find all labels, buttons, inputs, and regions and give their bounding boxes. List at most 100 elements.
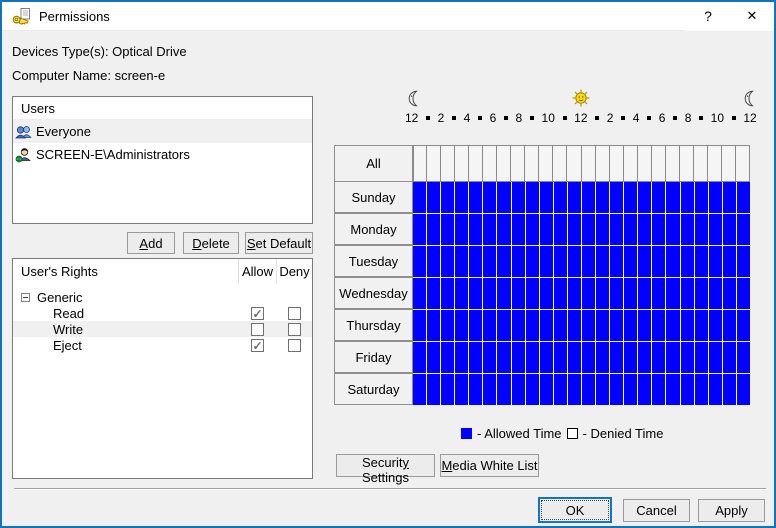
schedule-cell[interactable] <box>652 342 665 373</box>
schedule-cell[interactable] <box>554 342 567 373</box>
deny-write-checkbox[interactable] <box>288 323 301 336</box>
schedule-cell[interactable] <box>681 246 694 277</box>
all-hour-cell[interactable] <box>624 146 638 181</box>
schedule-cell[interactable] <box>554 310 567 341</box>
user-row-administrators[interactable]: SCREEN-E\Administrators <box>13 143 312 166</box>
schedule-cell[interactable] <box>737 182 750 213</box>
schedule-row-monday[interactable]: Monday <box>334 213 413 245</box>
schedule-cell[interactable] <box>554 278 567 309</box>
schedule-cell[interactable] <box>666 342 679 373</box>
schedule-cell[interactable] <box>512 182 525 213</box>
schedule-cell[interactable] <box>723 246 736 277</box>
schedule-cell[interactable] <box>568 182 581 213</box>
schedule-cell[interactable] <box>469 310 482 341</box>
schedule-cell[interactable] <box>582 214 595 245</box>
schedule-cell[interactable] <box>554 214 567 245</box>
schedule-cell[interactable] <box>652 278 665 309</box>
schedule-cell[interactable] <box>427 310 440 341</box>
schedule-cell[interactable] <box>540 342 553 373</box>
schedule-cell[interactable] <box>441 214 454 245</box>
schedule-cell[interactable] <box>610 374 623 405</box>
schedule-cell[interactable] <box>413 374 426 405</box>
rights-row-eject[interactable]: Eject <box>13 337 312 353</box>
schedule-cell[interactable] <box>596 182 609 213</box>
schedule-cell[interactable] <box>526 310 539 341</box>
rights-row-read[interactable]: Read <box>13 305 312 321</box>
schedule-cell[interactable] <box>709 246 722 277</box>
schedule-cell[interactable] <box>441 310 454 341</box>
schedule-cell[interactable] <box>554 374 567 405</box>
schedule-cell[interactable] <box>455 214 468 245</box>
schedule-cell[interactable] <box>526 246 539 277</box>
schedule-cell[interactable] <box>652 246 665 277</box>
all-hour-cell[interactable] <box>567 146 581 181</box>
schedule-cell[interactable] <box>723 310 736 341</box>
schedule-cell[interactable] <box>497 278 510 309</box>
schedule-cell[interactable] <box>666 246 679 277</box>
schedule-row-friday[interactable]: Friday <box>334 341 413 373</box>
schedule-cell[interactable] <box>709 278 722 309</box>
schedule-cell[interactable] <box>666 310 679 341</box>
schedule-cell[interactable] <box>455 374 468 405</box>
schedule-cell[interactable] <box>695 310 708 341</box>
schedule-cell[interactable] <box>441 374 454 405</box>
schedule-cell[interactable] <box>723 214 736 245</box>
schedule-cell[interactable] <box>624 214 637 245</box>
schedule-cell[interactable] <box>582 278 595 309</box>
schedule-cell[interactable] <box>652 214 665 245</box>
schedule-cell[interactable] <box>695 246 708 277</box>
schedule-cell[interactable] <box>695 374 708 405</box>
schedule-cell[interactable] <box>483 342 496 373</box>
schedule-cell[interactable] <box>695 214 708 245</box>
schedule-cell[interactable] <box>652 374 665 405</box>
schedule-cell[interactable] <box>624 342 637 373</box>
schedule-cell[interactable] <box>638 310 651 341</box>
user-row-everyone[interactable]: Everyone <box>13 120 312 143</box>
schedule-cell[interactable] <box>652 182 665 213</box>
schedule-cell[interactable] <box>709 310 722 341</box>
schedule-cell[interactable] <box>709 214 722 245</box>
schedule-cell[interactable] <box>427 342 440 373</box>
schedule-cell[interactable] <box>441 246 454 277</box>
schedule-cell[interactable] <box>427 182 440 213</box>
schedule-cell[interactable] <box>568 246 581 277</box>
schedule-cell[interactable] <box>540 374 553 405</box>
media-white-list-button[interactable]: Media White List <box>440 454 539 477</box>
schedule-cell[interactable] <box>568 342 581 373</box>
all-hour-cell[interactable] <box>596 146 610 181</box>
schedule-row-sunday[interactable]: Sunday <box>334 181 413 213</box>
schedule-cell[interactable] <box>596 342 609 373</box>
schedule-cell[interactable] <box>723 278 736 309</box>
all-hour-cell[interactable] <box>610 146 624 181</box>
schedule-cell[interactable] <box>526 342 539 373</box>
schedule-row-all[interactable]: All <box>334 145 413 182</box>
schedule-cell[interactable] <box>455 182 468 213</box>
schedule-cell[interactable] <box>512 214 525 245</box>
schedule-cell[interactable] <box>723 342 736 373</box>
schedule-cell[interactable] <box>737 214 750 245</box>
all-hour-cell[interactable] <box>539 146 553 181</box>
schedule-cell[interactable] <box>596 374 609 405</box>
schedule-cell[interactable] <box>610 342 623 373</box>
schedule-cell[interactable] <box>497 214 510 245</box>
schedule-cell[interactable] <box>638 182 651 213</box>
schedule-cell[interactable] <box>709 182 722 213</box>
schedule-cell[interactable] <box>596 214 609 245</box>
schedule-cell[interactable] <box>469 342 482 373</box>
schedule-cell[interactable] <box>540 182 553 213</box>
schedule-cell[interactable] <box>681 182 694 213</box>
schedule-cell[interactable] <box>526 182 539 213</box>
schedule-cell[interactable] <box>582 374 595 405</box>
schedule-cell[interactable] <box>469 246 482 277</box>
collapse-minus-icon[interactable] <box>21 293 30 302</box>
schedule-cell[interactable] <box>540 246 553 277</box>
schedule-cell[interactable] <box>596 278 609 309</box>
schedule-row-saturday[interactable]: Saturday <box>334 373 413 405</box>
schedule-cell[interactable] <box>413 278 426 309</box>
schedule-cell[interactable] <box>737 246 750 277</box>
schedule-cell[interactable] <box>638 374 651 405</box>
all-hour-cell[interactable] <box>694 146 708 181</box>
schedule-cell[interactable] <box>455 278 468 309</box>
all-hour-cell[interactable] <box>553 146 567 181</box>
schedule-cell[interactable] <box>624 374 637 405</box>
